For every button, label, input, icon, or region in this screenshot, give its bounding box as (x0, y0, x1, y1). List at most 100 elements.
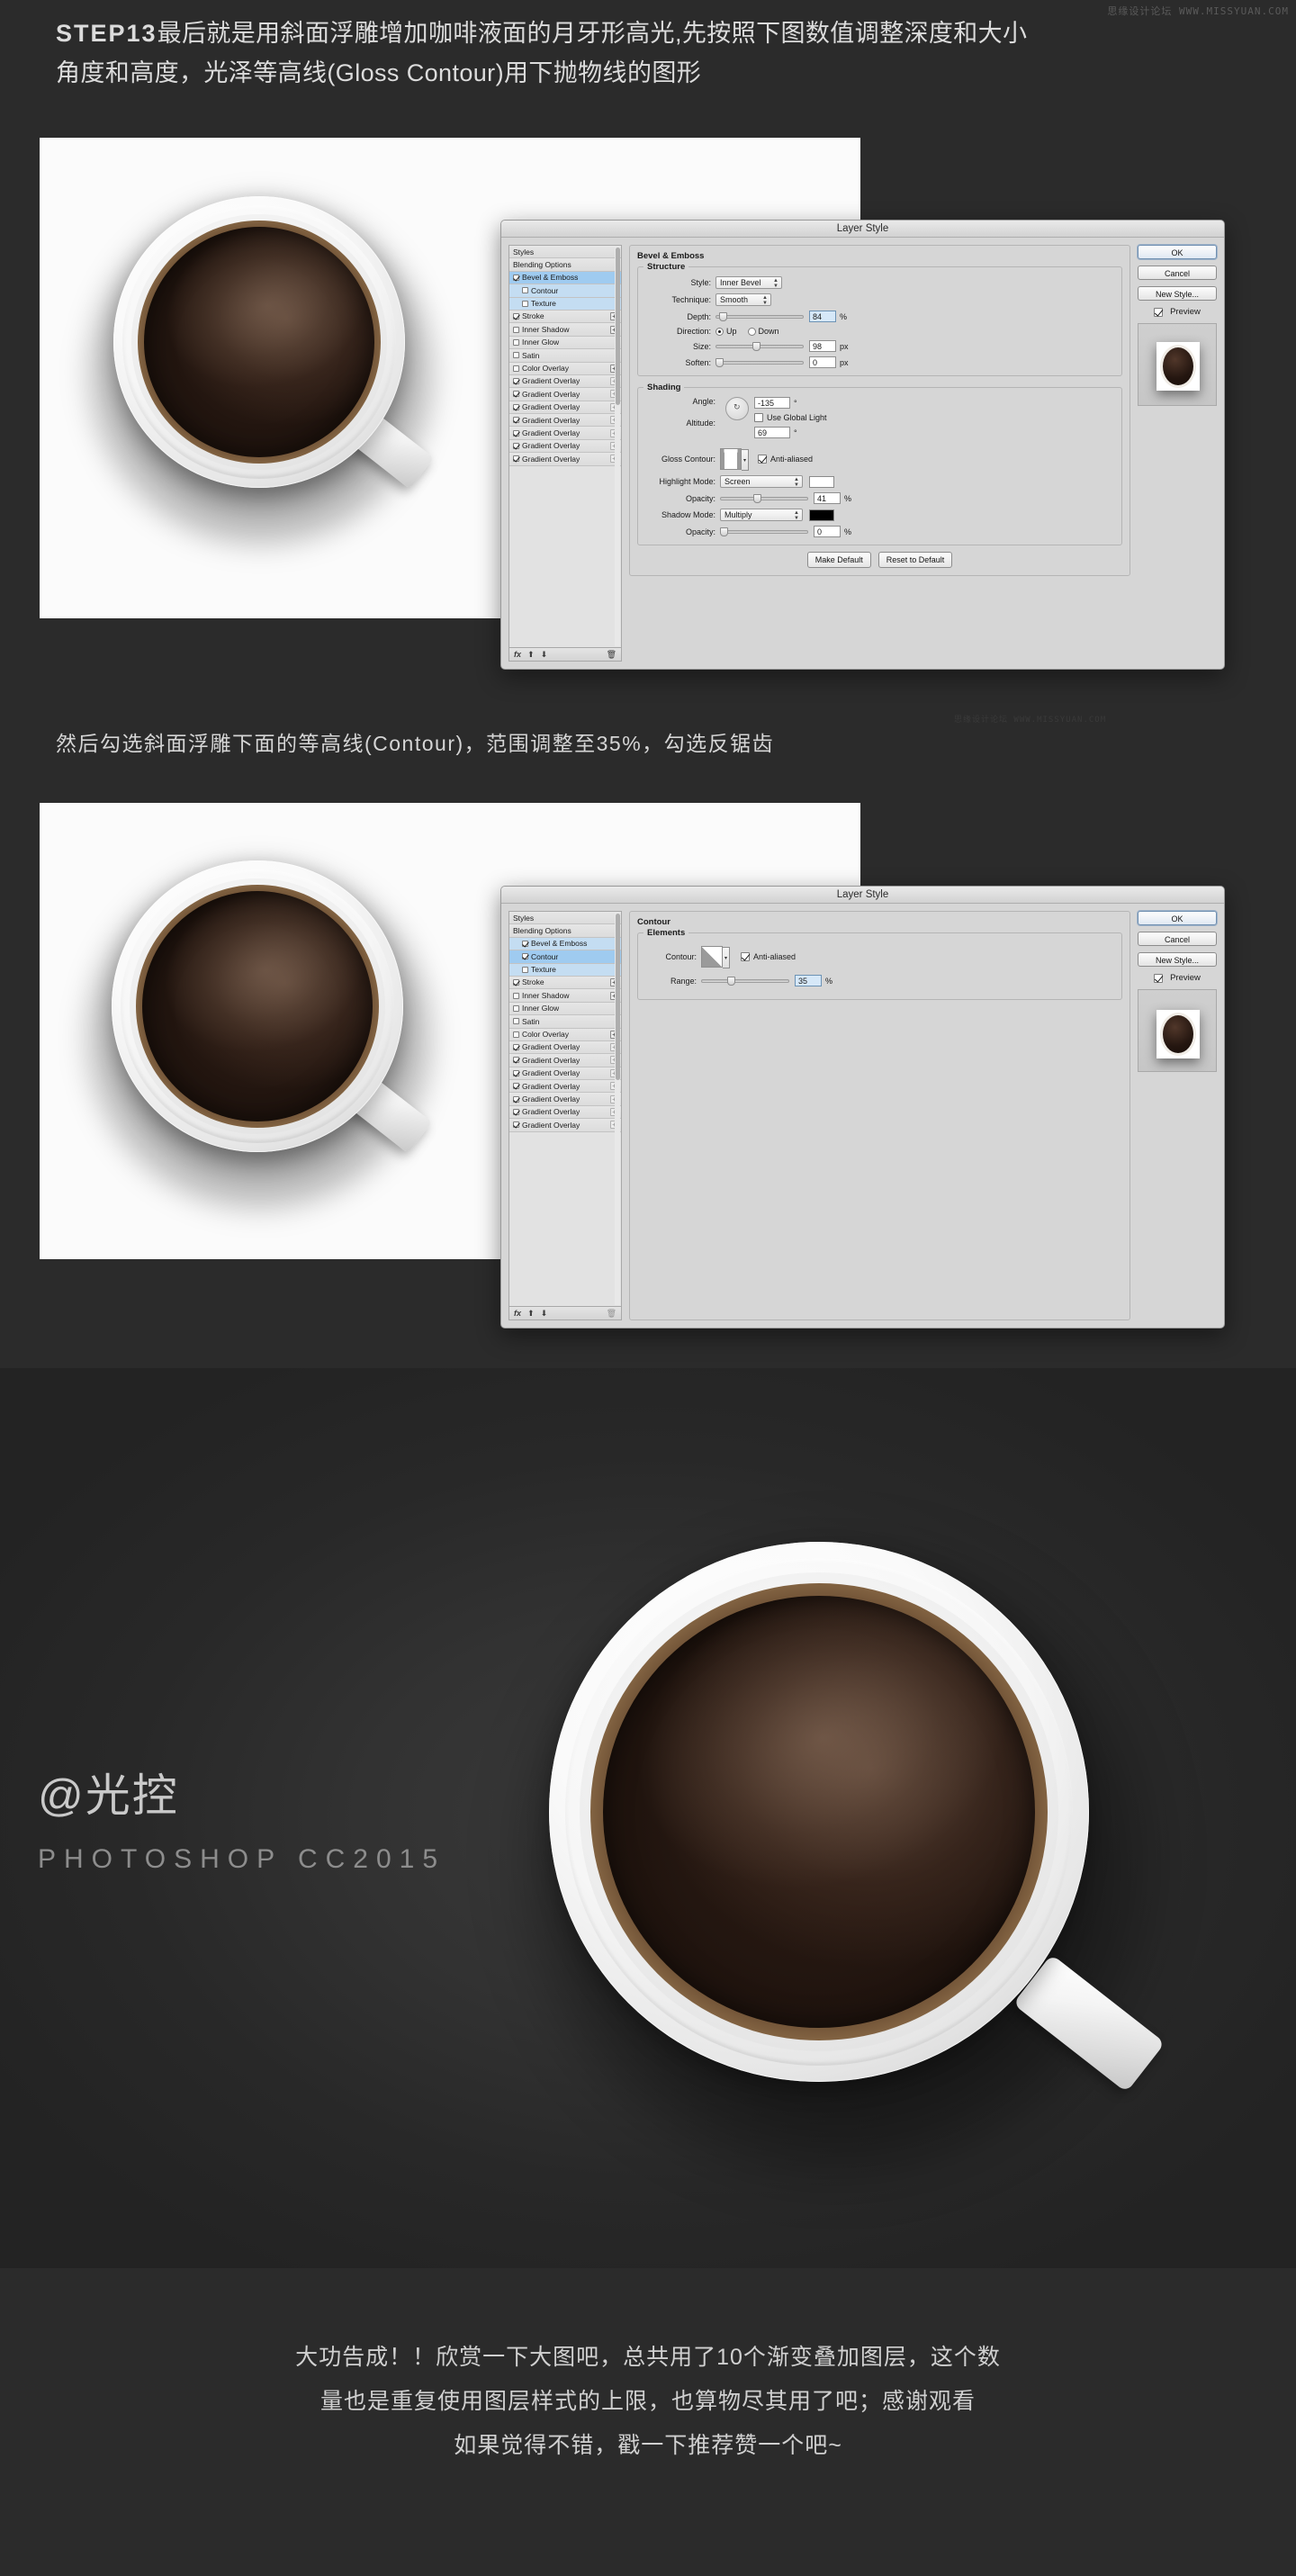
style-enable-checkbox[interactable] (513, 992, 519, 999)
highlight-opacity-slider[interactable] (720, 492, 808, 504)
ok-button[interactable]: OK (1138, 911, 1217, 925)
highlight-opacity-input[interactable]: 41 (814, 492, 841, 504)
style-enable-checkbox[interactable] (513, 338, 519, 346)
style-enable-checkbox[interactable] (522, 300, 528, 307)
style-list-item[interactable]: Gradient Overlay+ (509, 453, 621, 466)
style-enable-checkbox[interactable] (513, 1069, 519, 1076)
style-enable-checkbox[interactable] (513, 1121, 519, 1129)
scrollbar-thumb[interactable] (616, 914, 620, 1080)
style-enable-checkbox[interactable] (522, 287, 528, 294)
size-slider[interactable] (716, 340, 804, 352)
use-global-light-checkbox[interactable] (754, 413, 763, 422)
slider-knob[interactable] (716, 358, 724, 367)
style-list-item[interactable]: Gradient Overlay+ (509, 1119, 621, 1132)
shadow-color-swatch[interactable] (809, 509, 834, 521)
arrow-up-icon[interactable]: ⬆ (527, 1309, 535, 1319)
style-enable-checkbox[interactable] (513, 1004, 519, 1012)
preview-checkbox[interactable] (1154, 307, 1164, 317)
style-list-item[interactable]: Styles (509, 246, 621, 259)
style-enable-checkbox[interactable] (522, 966, 528, 973)
style-list-item[interactable]: Blending Options (509, 924, 621, 938)
fx-icon[interactable]: fx (514, 650, 521, 659)
style-enable-checkbox[interactable] (513, 443, 519, 450)
style-enable-checkbox[interactable] (513, 455, 519, 463)
styles-list[interactable]: Styles Blending Options Bevel & Emboss Cont… (508, 911, 622, 1307)
angle-dial[interactable] (725, 397, 749, 420)
style-enable-checkbox[interactable] (513, 1057, 519, 1064)
soften-slider[interactable] (716, 356, 804, 368)
style-list-item[interactable]: Inner Glow (509, 336, 621, 350)
highlight-color-swatch[interactable] (809, 475, 834, 488)
range-slider[interactable] (701, 975, 789, 986)
style-enable-checkbox[interactable] (513, 1109, 519, 1116)
style-list-item[interactable]: Satin (509, 1015, 621, 1029)
slider-knob[interactable] (718, 312, 727, 321)
style-enable-checkbox[interactable] (513, 1095, 519, 1103)
style-enable-checkbox[interactable] (513, 326, 519, 333)
style-list-item[interactable]: Color Overlay+ (509, 1028, 621, 1041)
shadow-opacity-input[interactable]: 0 (814, 526, 841, 537)
style-list-item[interactable]: Satin (509, 349, 621, 363)
arrow-down-icon[interactable]: ⬇ (541, 650, 548, 660)
slider-knob[interactable] (752, 342, 761, 351)
highlight-mode-select[interactable]: Screen ▲ ▼ (720, 475, 803, 488)
style-enable-checkbox[interactable] (513, 1018, 519, 1025)
style-select[interactable]: Inner Bevel ▲ ▼ (716, 276, 782, 289)
range-input[interactable]: 35 (795, 975, 822, 986)
style-enable-checkbox[interactable] (522, 953, 528, 960)
cancel-button[interactable]: Cancel (1138, 266, 1217, 280)
style-list-item[interactable]: Bevel & Emboss (509, 937, 621, 951)
preview-checkbox[interactable] (1154, 973, 1164, 983)
style-list-item[interactable]: Gradient Overlay+ (509, 439, 621, 454)
style-enable-checkbox[interactable] (513, 1031, 519, 1038)
style-enable-checkbox[interactable] (513, 313, 519, 320)
style-list-item[interactable]: Inner Shadow+ (509, 989, 621, 1003)
style-list-item[interactable]: Bevel & Emboss (509, 271, 621, 285)
depth-input[interactable]: 84 (809, 311, 836, 322)
new-style-button[interactable]: New Style... (1138, 286, 1217, 301)
style-list-item[interactable]: Blending Options (509, 258, 621, 272)
make-default-button[interactable]: Make Default (806, 552, 871, 568)
scrollbar-thumb[interactable] (616, 248, 620, 405)
depth-slider[interactable] (716, 311, 804, 322)
gloss-contour-thumbnail[interactable]: ▾ (720, 448, 749, 471)
fx-icon[interactable]: fx (514, 1309, 521, 1318)
style-list-item[interactable]: Inner Shadow+ (509, 323, 621, 337)
arrow-up-icon[interactable]: ⬆ (527, 650, 535, 660)
style-list-item[interactable]: Gradient Overlay+ (509, 1054, 621, 1067)
style-list-item[interactable]: Stroke+ (509, 310, 621, 324)
style-list-item[interactable]: Texture (509, 297, 621, 311)
slider-knob[interactable] (753, 494, 762, 503)
style-list-item[interactable]: Contour (509, 284, 621, 298)
style-enable-checkbox[interactable] (513, 352, 519, 359)
shadow-mode-select[interactable]: Multiply ▲ ▼ (720, 509, 803, 521)
style-enable-checkbox[interactable] (513, 391, 519, 398)
contour-dropdown-arrow-icon[interactable]: ▾ (742, 449, 749, 471)
style-list-item[interactable]: Gradient Overlay+ (509, 414, 621, 428)
style-list-item[interactable]: Contour (509, 950, 621, 964)
new-style-button[interactable]: New Style... (1138, 952, 1217, 967)
style-enable-checkbox[interactable] (513, 979, 519, 986)
ok-button[interactable]: OK (1138, 245, 1217, 259)
slider-knob[interactable] (720, 527, 728, 536)
style-list-item[interactable]: Color Overlay+ (509, 362, 621, 375)
slider-knob[interactable] (727, 977, 736, 986)
style-enable-checkbox[interactable] (513, 378, 519, 385)
style-list-item[interactable]: Styles (509, 912, 621, 925)
style-list-item[interactable]: Gradient Overlay+ (509, 1040, 621, 1055)
style-enable-checkbox[interactable] (513, 365, 519, 372)
contour-thumbnail[interactable]: ▾ (701, 946, 730, 968)
anti-aliased-checkbox[interactable] (741, 952, 750, 961)
contour-dropdown-arrow-icon[interactable]: ▾ (723, 947, 730, 968)
style-list-item[interactable]: Gradient Overlay+ (509, 1093, 621, 1106)
cancel-button[interactable]: Cancel (1138, 932, 1217, 946)
size-input[interactable]: 98 (809, 340, 836, 352)
soften-input[interactable]: 0 (809, 356, 836, 368)
style-list-item[interactable]: Gradient Overlay+ (509, 1105, 621, 1120)
style-enable-checkbox[interactable] (513, 1044, 519, 1051)
style-list-item[interactable]: Stroke+ (509, 976, 621, 990)
style-list-item[interactable]: Gradient Overlay+ (509, 401, 621, 415)
style-list-item[interactable]: Gradient Overlay+ (509, 1080, 621, 1094)
angle-input[interactable]: -135 (754, 397, 790, 409)
technique-select[interactable]: Smooth ▲ ▼ (716, 293, 771, 306)
